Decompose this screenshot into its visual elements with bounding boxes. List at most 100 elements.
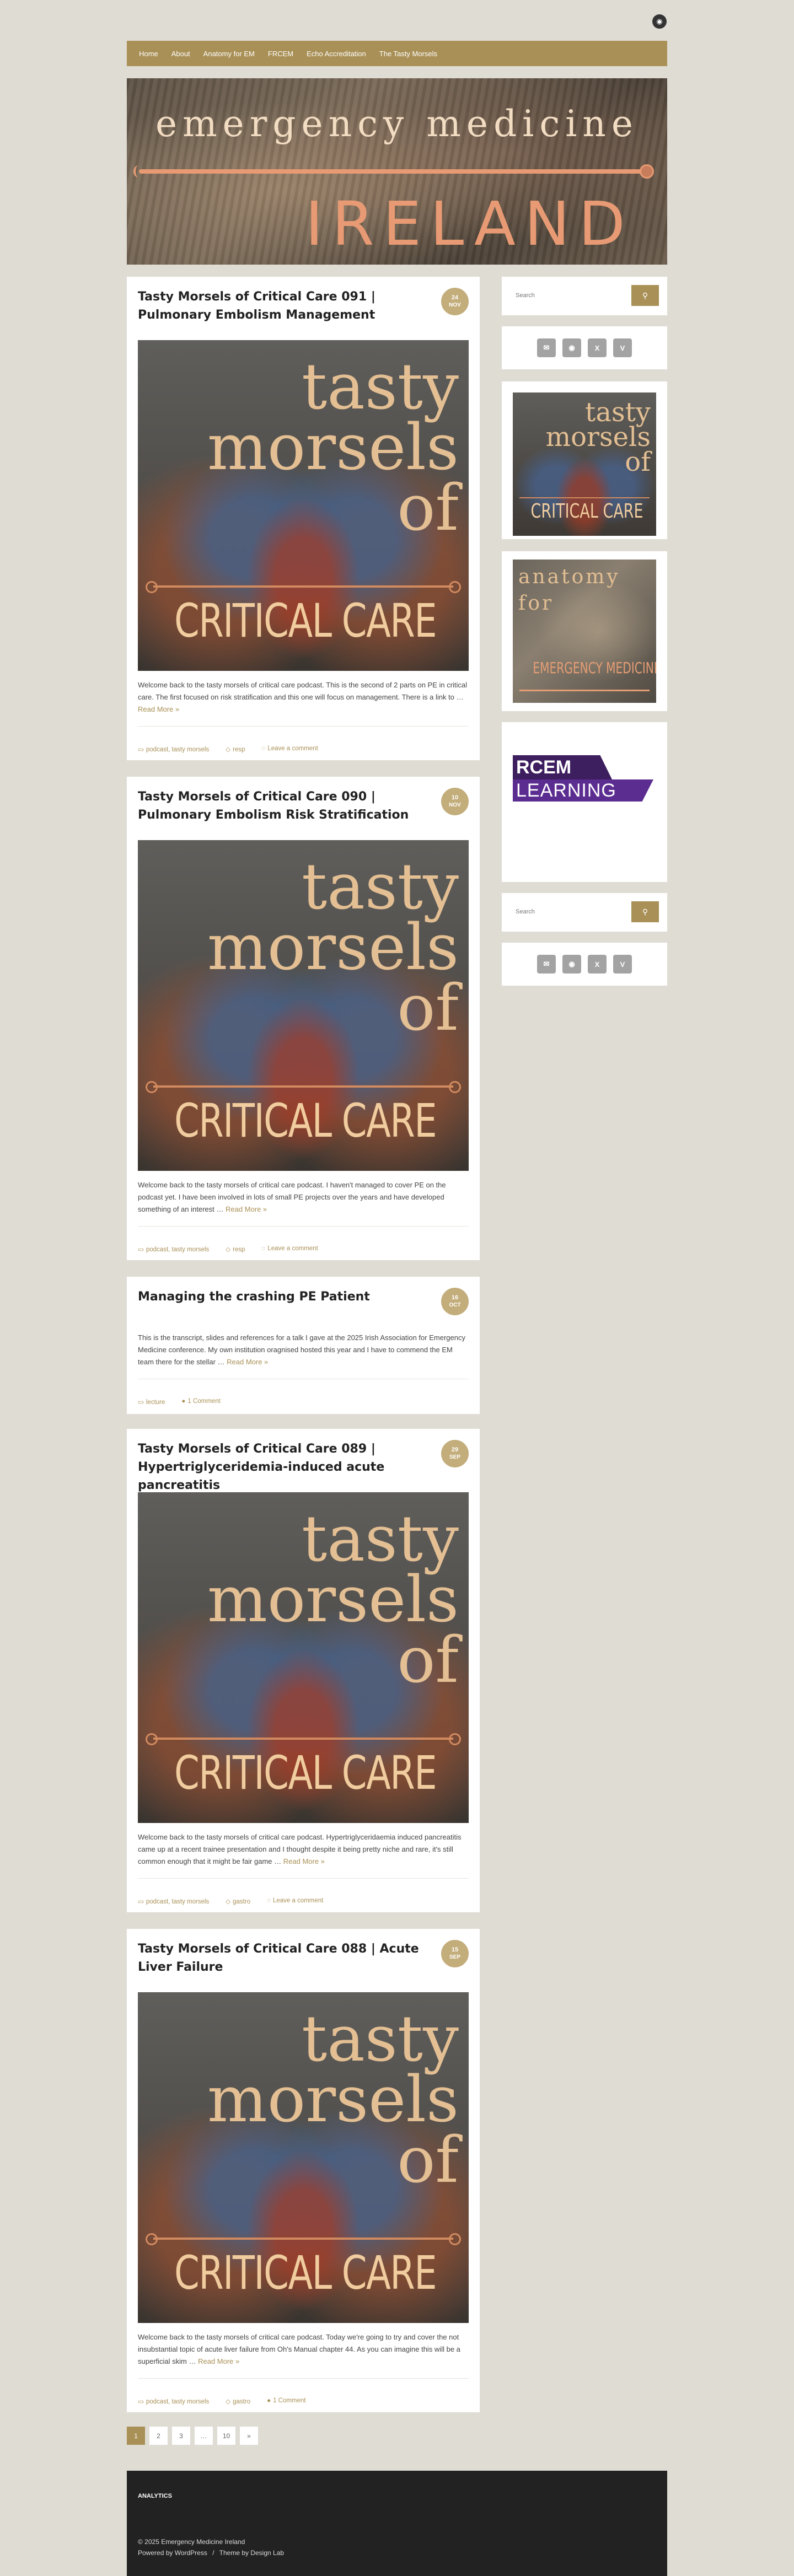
page-link[interactable]: 10 [217,2427,235,2445]
site-header-banner[interactable]: emergency medicine IRELAND [127,78,667,265]
tasty-image-divider [519,497,650,498]
post-tags[interactable]: ◇ gastro [226,1897,250,1905]
wordpress-link[interactable]: Powered by WordPress [138,2549,207,2557]
post-thumbnail[interactable]: tasty morsels of CRITICAL CARE [138,340,469,671]
date-badge: 24 NOV [441,288,469,315]
post-title-link[interactable]: Tasty Morsels of Critical Care 091 | Pul… [138,288,425,324]
thumbnail-subtitle: CRITICAL CARE [174,1746,437,1800]
rss-icon[interactable]: ◉ [562,955,581,974]
post-tags[interactable]: ◇ resp [226,1245,245,1253]
post-comments[interactable]: ◌ Leave a comment [262,1245,318,1253]
x-icon[interactable]: X [588,955,607,974]
post-excerpt: Welcome back to the tasty morsels of cri… [138,2333,460,2365]
rss-icon[interactable]: ◉ [562,338,581,357]
anatomy-image-subtitle: EMERGENCY MEDICINE [533,659,656,677]
next-page-button[interactable]: » [240,2427,258,2445]
search-button[interactable]: ⚲ [631,285,659,306]
nav-home[interactable]: Home [132,50,165,58]
post-card: Tasty Morsels of Critical Care 091 | Pul… [127,277,480,760]
nav-tasty-morsels[interactable]: The Tasty Morsels [373,50,444,58]
date-badge: 29 SEP [441,1440,469,1467]
page-link[interactable]: 2 [149,2427,168,2445]
thumbnail-subtitle: CRITICAL CARE [174,2246,437,2300]
post-tags[interactable]: ◇ resp [226,745,245,753]
nav-anatomy-for-em[interactable]: Anatomy for EM [197,50,261,58]
nav-echo-accreditation[interactable]: Echo Accreditation [300,50,373,58]
page-link[interactable]: 3 [172,2427,190,2445]
page-current: 1 [127,2427,145,2445]
search-button[interactable]: ⚲ [631,901,659,922]
page-ellipsis: … [195,2427,213,2445]
comment-icon: ◌ [267,1897,271,1904]
mail-icon[interactable]: ✉ [537,338,556,357]
read-more-link[interactable]: Read More » [283,1857,325,1865]
mail-icon[interactable]: ✉ [537,955,556,974]
post-meta: ▭ podcast, tasty morsels ◇ gastro ● 1 Comme… [138,2397,306,2405]
post-divider [138,1878,469,1879]
nav-about[interactable]: About [165,50,197,58]
folder-icon: ▭ [138,1246,144,1253]
post-comments[interactable]: ● 1 Comment [181,1398,220,1406]
folder-icon: ▭ [138,746,144,753]
rcem-learning-logo[interactable]: RCEM LEARNING [513,755,653,802]
header-rss-icon[interactable]: ◉ [652,14,667,29]
post-tags[interactable]: ◇ gastro [226,2397,250,2405]
search-input[interactable] [510,285,631,306]
date-month: SEP [449,1954,460,1960]
post-thumbnail[interactable]: tasty morsels of CRITICAL CARE [138,1492,469,1823]
post-meta: ▭ lecture ● 1 Comment [138,1398,221,1406]
tag-icon: ◇ [226,2398,231,2405]
vimeo-icon[interactable]: V [613,338,632,357]
post-categories[interactable]: ▭ podcast, tasty morsels [138,1897,209,1905]
post-categories[interactable]: ▭ podcast, tasty morsels [138,2397,209,2405]
read-more-link[interactable]: Read More » [198,2357,239,2365]
read-more-link[interactable]: Read More » [226,1205,267,1213]
read-more-link[interactable]: Read More » [138,705,179,713]
post-thumbnail[interactable]: tasty morsels of CRITICAL CARE [138,1992,469,2323]
thumbnail-subtitle: CRITICAL CARE [174,1094,437,1148]
sidebar-anatomy-widget: anatomy for EMERGENCY MEDICINE [502,551,667,711]
theme-link[interactable]: Theme by Design Lab [219,2549,284,2557]
date-day: 10 [451,794,459,801]
site-footer: ANALYTICS © 2025 Emergency Medicine Irel… [127,2471,667,2576]
tasty-morsels-image-link[interactable]: tasty morsels of CRITICAL CARE [513,392,656,536]
sidebar-rcem-widget: RCEM LEARNING [502,722,667,882]
vimeo-icon[interactable]: V [613,955,632,974]
date-badge: 15 SEP [441,1940,469,1967]
post-divider [138,2378,469,2379]
x-icon[interactable]: X [588,338,607,357]
post-divider [138,726,469,727]
folder-icon: ▭ [138,1899,144,1905]
post-meta: ▭ podcast, tasty morsels ◇ resp ◌ Leave a c… [138,1245,318,1253]
post-categories[interactable]: ▭ lecture [138,1398,165,1406]
post-comments[interactable]: ◌ Leave a comment [262,745,318,753]
read-more-link[interactable]: Read More » [227,1358,268,1366]
thumbnail-text: tasty morsels of [207,850,459,1045]
post-comments[interactable]: ● 1 Comment [267,2397,305,2405]
comment-icon: ● [267,2397,271,2404]
post-divider [138,1226,469,1227]
post-comments[interactable]: ◌ Leave a comment [267,1897,323,1905]
nav-frcem[interactable]: FRCEM [261,50,300,58]
post-categories[interactable]: ▭ podcast, tasty morsels [138,745,209,753]
post-card: Managing the crashing PE Patient 16 OCT … [127,1277,480,1414]
post-categories[interactable]: ▭ podcast, tasty morsels [138,1245,209,1253]
sidebar-tasty-morsels-widget: tasty morsels of CRITICAL CARE [502,381,667,539]
post-card: Tasty Morsels of Critical Care 088 | Acu… [127,1929,480,2412]
tasty-image-text: tasty morsels of [545,397,651,477]
search-form: ⚲ [510,901,659,922]
date-day: 15 [451,1946,459,1953]
banner-title-line2: IRELAND [305,189,634,259]
thumbnail-text: tasty morsels of [207,2002,459,2197]
search-input[interactable] [510,901,631,922]
post-title-link[interactable]: Tasty Morsels of Critical Care 088 | Acu… [138,1940,425,1976]
tag-icon: ◇ [226,1899,231,1905]
anatomy-for-em-image-link[interactable]: anatomy for EMERGENCY MEDICINE [513,560,656,703]
post-title-link[interactable]: Managing the crashing PE Patient [138,1288,425,1306]
post-title-link[interactable]: Tasty Morsels of Critical Care 089 | Hyp… [138,1440,425,1494]
footer-separator: / [212,2549,214,2557]
thumbnail-divider [146,581,461,593]
search-icon: ⚲ [642,291,648,300]
post-title-link[interactable]: Tasty Morsels of Critical Care 090 | Pul… [138,788,425,824]
post-thumbnail[interactable]: tasty morsels of CRITICAL CARE [138,840,469,1171]
